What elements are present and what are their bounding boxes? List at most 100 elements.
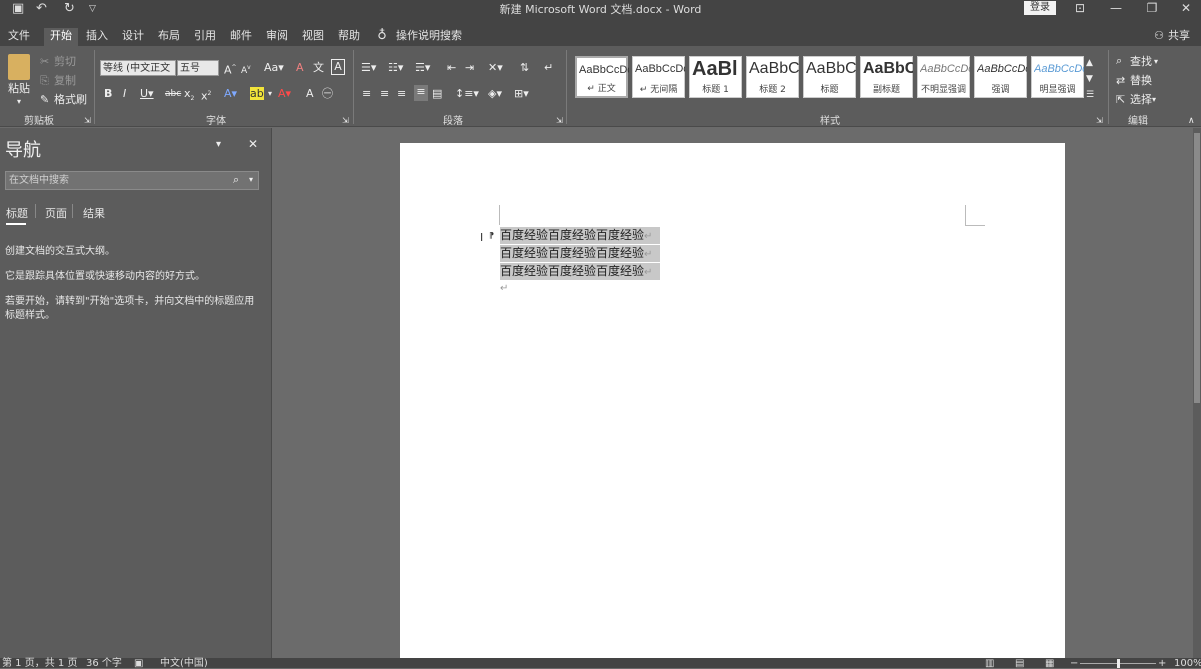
sort-icon[interactable]: ⇅ [520,61,529,75]
find-icon[interactable]: ⌕ [1116,54,1122,68]
copy-icon[interactable]: ⎘ [40,74,49,88]
style-intense-emphasis[interactable]: AaBbCcDc 明显强调 [1031,56,1084,98]
shrink-font-icon[interactable]: Av [241,61,251,78]
replace-icon[interactable]: ⇄ [1116,74,1125,88]
style-normal[interactable]: AaBbCcDc ↵ 正文 [575,56,629,98]
pane-options-icon[interactable]: ▾ [216,138,221,152]
align-right-icon[interactable]: ≡ [397,87,406,101]
cut-icon[interactable]: ✂ [40,55,49,69]
tab-mailings[interactable]: 邮件 [226,28,256,46]
find-button[interactable]: 查找 [1130,55,1152,69]
distributed-icon[interactable]: ▤ [432,87,442,101]
font-size-select[interactable]: 五号 [177,60,219,76]
copy-button[interactable]: 复制 [54,74,76,88]
phonetic-guide-icon[interactable]: 文 [313,61,324,75]
paste-clipboard-icon[interactable] [8,54,30,80]
tab-home[interactable]: 开始 [44,28,78,46]
document-line[interactable]: 百度经验百度经验百度经验↵ [500,263,661,280]
styles-scroll-up-icon[interactable]: ▲ [1086,56,1093,70]
justify-icon[interactable]: ≡ [414,85,428,101]
text-effects-icon[interactable]: A▾ [224,87,237,101]
tab-review[interactable]: 审阅 [262,28,292,46]
style-title[interactable]: AaBbC 标题 [803,56,856,98]
font-name-select[interactable]: 等线 (中文正文 [100,60,176,76]
superscript-icon[interactable]: x2 [201,87,211,104]
select-button[interactable]: 选择 [1130,93,1152,107]
paragraph-launcher-icon[interactable]: ⇲ [556,114,563,128]
strikethrough-icon[interactable]: abc [165,87,181,101]
decrease-indent-icon[interactable]: ⇤ [447,61,456,75]
subscript-icon[interactable]: x2 [184,87,194,106]
style-subtitle[interactable]: AaBbC 副标题 [860,56,913,98]
format-painter-icon[interactable]: ✎ [40,93,49,107]
character-border-icon[interactable]: A [331,59,345,75]
nav-tab-pages[interactable]: 页面 [45,205,67,221]
chinese-layout-icon[interactable]: ✕▾ [488,61,503,75]
search-dropdown-icon[interactable]: ▾ [249,173,253,187]
tab-help[interactable]: 帮助 [334,28,364,46]
shading-icon[interactable]: ◈▾ [488,87,502,101]
select-icon[interactable]: ⇱ [1116,93,1125,107]
align-left-icon[interactable]: ≡ [362,87,371,101]
scrollbar-thumb[interactable] [1194,133,1200,403]
font-launcher-icon[interactable]: ⇲ [342,114,349,128]
underline-icon[interactable]: U▾ [140,87,154,101]
multilevel-list-icon[interactable]: ☴▾ [415,61,430,75]
zoom-slider-thumb[interactable] [1117,659,1120,668]
borders-icon[interactable]: ⊞▾ [514,87,529,101]
enclosed-character-icon[interactable]: ㊀ [322,87,333,101]
bold-icon[interactable]: B [104,87,112,101]
tell-me-search[interactable]: 操作说明搜索 [396,28,462,46]
tab-references[interactable]: 引用 [190,28,220,46]
styles-launcher-icon[interactable]: ⇲ [1096,114,1103,128]
replace-button[interactable]: 替换 [1130,74,1152,88]
font-color-icon[interactable]: A▾ [278,87,291,101]
highlight-dropdown-icon[interactable]: ▾ [268,87,272,101]
character-shading-icon[interactable]: A [306,87,314,101]
styles-more-icon[interactable]: ☰ [1086,88,1094,102]
change-case-icon[interactable]: Aa▾ [264,61,284,75]
close-button[interactable]: ✕ [1168,0,1201,18]
tab-design[interactable]: 设计 [118,28,148,46]
paste-dropdown-icon[interactable]: ▾ [14,95,24,109]
navigation-search-input[interactable]: 在文档中搜索 [5,171,259,190]
search-icon[interactable]: ⌕ [233,173,239,187]
style-emphasis[interactable]: AaBbCcDc 强调 [974,56,1027,98]
increase-indent-icon[interactable]: ⇥ [465,61,474,75]
nav-tab-results[interactable]: 结果 [83,205,105,221]
highlight-icon[interactable]: ab [250,87,264,100]
paste-options-icon[interactable]: ⁋ [489,229,494,243]
style-heading-2[interactable]: AaBbC 标题 2 [746,56,799,98]
ribbon-display-options-icon[interactable]: ⊡ [1062,0,1098,18]
format-painter-button[interactable]: 格式刷 [54,93,87,107]
select-dropdown-icon[interactable]: ▾ [1152,93,1156,107]
restore-button[interactable]: ❐ [1134,0,1170,18]
tab-file[interactable]: 文件 [4,28,34,46]
find-dropdown-icon[interactable]: ▾ [1154,55,1158,69]
document-page[interactable]: I ⁋ 百度经验百度经验百度经验↵ 百度经验百度经验百度经验↵ 百度经验百度经验… [400,143,1065,663]
bullets-icon[interactable]: ☰▾ [361,61,376,75]
close-pane-icon[interactable]: ✕ [248,137,258,151]
italic-icon[interactable]: I [123,87,126,101]
cut-button[interactable]: 剪切 [54,55,76,69]
line-spacing-icon[interactable]: ↕≡▾ [455,87,479,101]
collapse-ribbon-icon[interactable]: ∧ [1188,114,1195,128]
style-no-spacing[interactable]: AaBbCcDc ↵ 无间隔 [632,56,685,98]
numbering-icon[interactable]: ☷▾ [388,61,403,75]
align-center-icon[interactable]: ≡ [380,87,389,101]
styles-scroll-down-icon[interactable]: ▼ [1086,72,1093,86]
share-button[interactable]: 共享 [1166,28,1192,46]
vertical-scrollbar[interactable] [1193,128,1201,658]
clipboard-launcher-icon[interactable]: ⇲ [84,114,91,128]
clear-formatting-icon[interactable]: A [296,61,304,75]
tab-view[interactable]: 视图 [298,28,328,46]
minimize-button[interactable]: — [1098,0,1134,18]
paste-button[interactable]: 粘贴 [6,82,32,96]
nav-tab-headings[interactable]: 标题 [6,205,28,221]
document-line[interactable]: 百度经验百度经验百度经验↵ [500,227,661,244]
login-button[interactable]: 登录 [1024,1,1056,15]
document-line[interactable]: 百度经验百度经验百度经验↵ [500,245,661,262]
style-heading-1[interactable]: AaBl 标题 1 [689,56,742,98]
show-formatting-marks-icon[interactable]: ↵ [544,61,553,75]
tab-layout[interactable]: 布局 [154,28,184,46]
